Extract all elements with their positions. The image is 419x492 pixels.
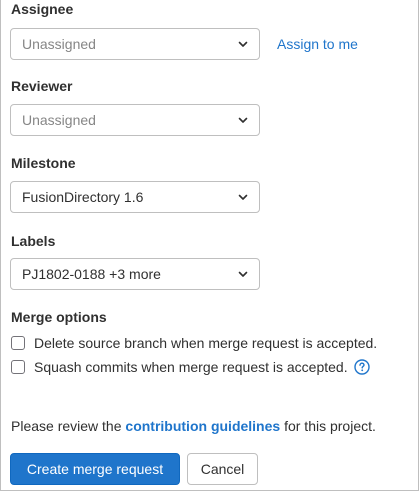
contribution-note: Please review the contribution guideline… — [11, 418, 376, 434]
merge-options-label: Merge options — [11, 309, 107, 325]
assignee-label: Assignee — [11, 1, 74, 17]
chevron-down-icon — [238, 194, 248, 200]
create-merge-request-button[interactable]: Create merge request — [10, 453, 180, 485]
labels-dropdown[interactable]: PJ1802-0188 +3 more — [10, 258, 260, 290]
milestone-label: Milestone — [11, 155, 76, 171]
assignee-value: Unassigned — [22, 36, 96, 52]
squash-commits-option[interactable]: Squash commits when merge request is acc… — [11, 357, 370, 377]
milestone-value: FusionDirectory 1.6 — [22, 189, 144, 205]
chevron-down-icon — [238, 117, 248, 123]
contribution-guidelines-link[interactable]: contribution guidelines — [125, 418, 280, 434]
milestone-dropdown[interactable]: FusionDirectory 1.6 — [10, 181, 260, 213]
contribution-note-prefix: Please review the — [11, 418, 126, 434]
chevron-down-icon — [238, 271, 248, 277]
contribution-note-suffix: for this project. — [280, 418, 376, 434]
assign-to-me-link[interactable]: Assign to me — [277, 36, 358, 52]
merge-request-form: Assignee Unassigned Assign to me Reviewe… — [0, 0, 419, 491]
labels-label: Labels — [11, 233, 56, 249]
squash-commits-text: Squash commits when merge request is acc… — [34, 359, 348, 375]
assignee-dropdown[interactable]: Unassigned — [10, 28, 260, 60]
squash-commits-checkbox[interactable] — [11, 360, 25, 374]
chevron-down-icon — [238, 41, 248, 47]
delete-source-branch-option[interactable]: Delete source branch when merge request … — [11, 333, 377, 353]
reviewer-dropdown[interactable]: Unassigned — [10, 104, 260, 136]
question-circle-icon[interactable] — [353, 359, 370, 375]
cancel-button[interactable]: Cancel — [187, 453, 258, 485]
reviewer-label: Reviewer — [11, 78, 73, 94]
delete-source-branch-text: Delete source branch when merge request … — [34, 335, 378, 351]
reviewer-value: Unassigned — [22, 112, 96, 128]
delete-source-branch-checkbox[interactable] — [11, 336, 25, 350]
labels-value: PJ1802-0188 +3 more — [22, 266, 161, 282]
